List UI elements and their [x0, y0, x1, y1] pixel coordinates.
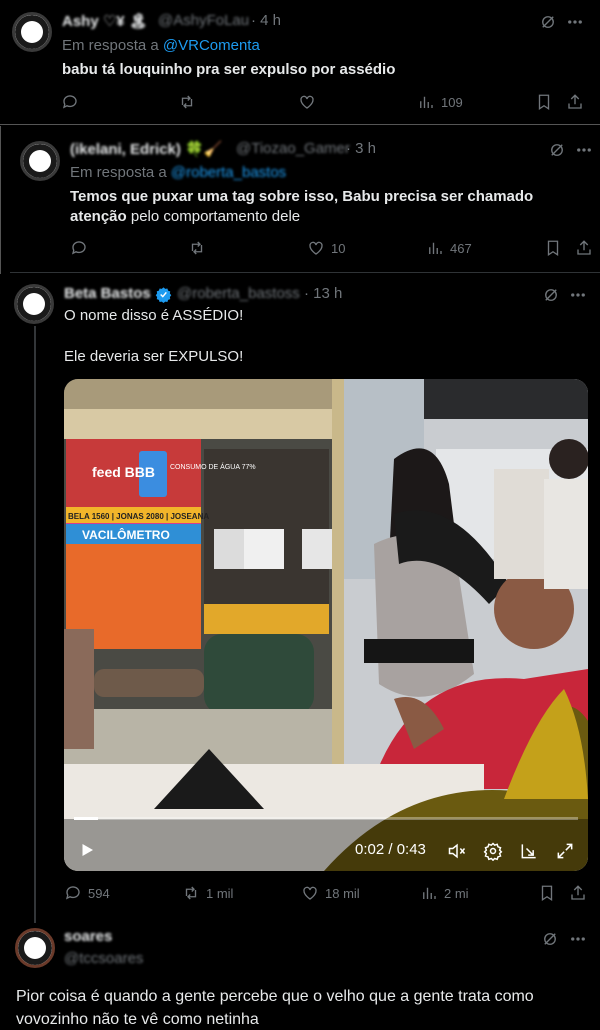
- views-button[interactable]: 467: [426, 239, 472, 257]
- views-button[interactable]: 2 mi: [420, 884, 469, 902]
- views-count: 109: [441, 94, 463, 110]
- divider: [0, 124, 600, 125]
- video-frame: feed BBB CONSUMO DE ÁGUA 77% BELA 1560 |…: [64, 379, 588, 871]
- views-button[interactable]: 109: [417, 93, 463, 111]
- tweet-text: Temos que puxar uma tag sobre isso, Babu…: [70, 188, 534, 225]
- play-icon: [82, 844, 93, 856]
- share-button[interactable]: [575, 239, 593, 257]
- board-feed: feed BBB: [92, 464, 155, 480]
- grok-icon[interactable]: [541, 930, 559, 953]
- views-count: 467: [450, 240, 472, 256]
- reply-button[interactable]: [70, 239, 88, 257]
- more-icon[interactable]: [569, 930, 587, 953]
- tweet-text: Pior coisa é quando a gente percebe que …: [16, 988, 534, 1028]
- thread-line: [34, 326, 36, 923]
- retweet-icon: [191, 241, 203, 255]
- play-button[interactable]: [78, 841, 96, 864]
- share-button[interactable]: [569, 884, 587, 902]
- like-icon: [300, 95, 314, 109]
- mute-button[interactable]: [447, 841, 467, 866]
- tweet-text: babu tá louquinho pra ser expulso por as…: [62, 61, 396, 78]
- share-button[interactable]: [566, 93, 584, 111]
- reply-to-link[interactable]: @VRComenta: [163, 37, 260, 54]
- action-bar: 594 1 mil 18 mil 2 mi: [0, 884, 600, 908]
- settings-button[interactable]: [483, 841, 503, 866]
- more-icon[interactable]: [569, 286, 587, 309]
- author-handle[interactable]: @Tiozao_Gamer: [236, 140, 350, 157]
- fullscreen-button[interactable]: [555, 841, 575, 866]
- retweet-button[interactable]: 1 mil: [182, 884, 233, 902]
- reply-context: Em resposta a @roberta_bastos: [70, 164, 287, 181]
- action-bar: 109: [0, 93, 600, 117]
- avatar[interactable]: [20, 141, 60, 181]
- retweet-icon: [181, 95, 193, 109]
- author-name[interactable]: Ashy ♡¥ 🏝: [62, 12, 148, 30]
- like-icon: [303, 886, 317, 900]
- author-name[interactable]: Beta Bastos: [64, 285, 172, 303]
- reply-to-link[interactable]: @roberta_bastos: [171, 164, 286, 181]
- bookmark-icon: [538, 94, 550, 111]
- settings-icon: [483, 842, 503, 862]
- board-ticker: BELA 1560 | JONAS 2080 | JOSEANA: [68, 512, 209, 521]
- retweet-button[interactable]: [178, 93, 196, 111]
- author-handle[interactable]: @tccsoares: [64, 950, 143, 967]
- video-time: 0:02 / 0:43: [355, 841, 426, 858]
- more-icon[interactable]: [566, 13, 584, 36]
- divider: [10, 272, 600, 273]
- retweet-count: 1 mil: [206, 885, 234, 901]
- tweet-time[interactable]: · 3 h: [346, 140, 376, 157]
- grok-icon[interactable]: [542, 286, 560, 309]
- author-handle[interactable]: @roberta_bastoss: [177, 285, 300, 302]
- fullscreen-icon: [557, 843, 573, 859]
- share-icon: [568, 94, 582, 109]
- like-count: 10: [331, 240, 346, 256]
- bookmark-icon: [547, 240, 559, 257]
- share-icon: [577, 240, 591, 255]
- reply-count: 594: [88, 885, 110, 901]
- like-button[interactable]: [298, 93, 316, 111]
- avatar[interactable]: [15, 928, 55, 968]
- video-player[interactable]: feed BBB CONSUMO DE ÁGUA 77% BELA 1560 |…: [64, 379, 588, 871]
- pip-button[interactable]: [519, 841, 539, 866]
- reply-icon: [62, 95, 77, 109]
- views-count: 2 mi: [444, 885, 469, 901]
- reply-icon: [65, 886, 80, 900]
- action-bar: 10 467: [0, 239, 600, 263]
- tweet-text-line-1: O nome disso é ASSÉDIO!: [64, 307, 244, 324]
- tweet-time[interactable]: · 4 h: [251, 12, 281, 29]
- like-icon: [309, 241, 323, 255]
- views-icon: [420, 96, 433, 108]
- more-icon[interactable]: [575, 141, 593, 164]
- avatar[interactable]: [12, 12, 52, 52]
- tweet-time[interactable]: · 13 h: [304, 285, 342, 302]
- pip-icon: [521, 844, 536, 859]
- avatar[interactable]: [14, 284, 54, 324]
- bookmark-button[interactable]: [544, 239, 562, 257]
- tweet-text-line-2: Ele deveria ser EXPULSO!: [64, 348, 244, 365]
- verified-badge-icon: [155, 286, 172, 303]
- like-button[interactable]: 18 mil: [301, 884, 360, 902]
- grok-icon[interactable]: [539, 13, 557, 36]
- author-name[interactable]: (ikelani, Edrick) 🍀🧹: [70, 140, 222, 158]
- like-count: 18 mil: [325, 885, 360, 901]
- views-icon: [423, 887, 436, 899]
- bookmark-button[interactable]: [538, 884, 556, 902]
- retweet-button[interactable]: [188, 239, 206, 257]
- board-title: VACILÔMETRO: [82, 527, 170, 542]
- reply-button[interactable]: [61, 93, 79, 111]
- board-consumo: CONSUMO DE ÁGUA 77%: [170, 462, 256, 471]
- views-icon: [429, 242, 442, 254]
- mute-icon: [448, 843, 466, 859]
- author-name[interactable]: soares: [64, 928, 112, 945]
- author-handle[interactable]: @AshyFoLau: [158, 12, 249, 29]
- reply-button[interactable]: 594: [64, 884, 110, 902]
- share-icon: [571, 885, 585, 900]
- grok-icon[interactable]: [548, 141, 566, 164]
- reply-context: Em resposta a @VRComenta: [62, 37, 260, 54]
- bookmark-button[interactable]: [535, 93, 553, 111]
- bookmark-icon: [541, 885, 553, 902]
- like-button[interactable]: 10: [307, 239, 345, 257]
- retweet-icon: [185, 886, 197, 900]
- reply-icon: [71, 241, 86, 255]
